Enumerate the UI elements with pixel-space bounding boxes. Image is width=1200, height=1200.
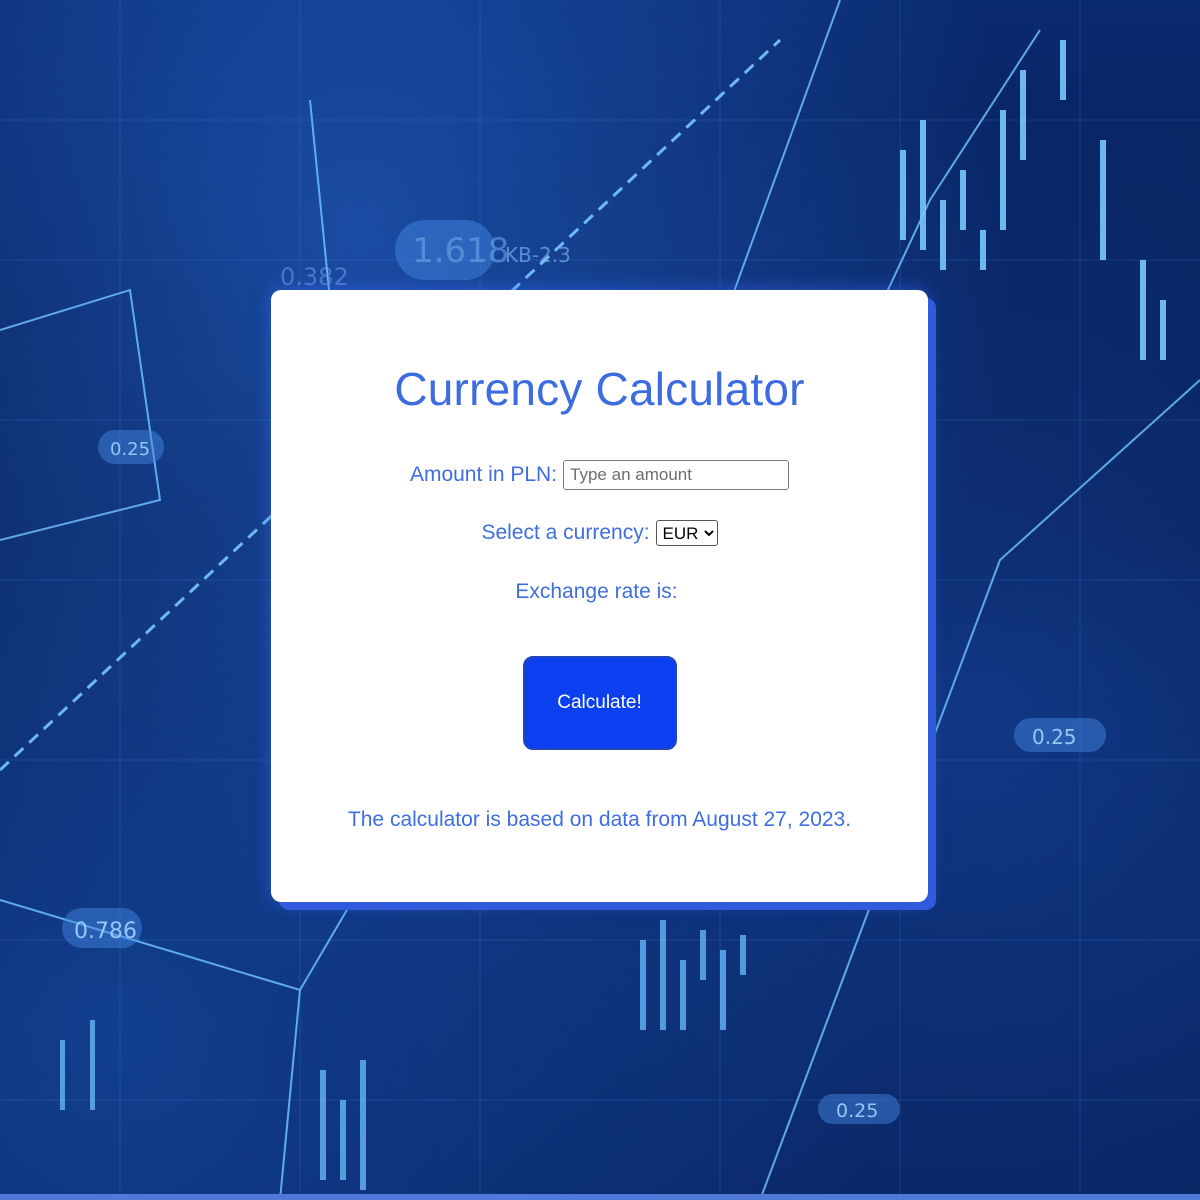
bg-label-6: 0.382 [280, 263, 349, 291]
currency-label: Select a currency: [481, 521, 650, 544]
exchange-rate-row: Exchange rate is: [271, 580, 928, 604]
amount-row: Amount in PLN: [271, 460, 928, 490]
bottom-bar [0, 1194, 1200, 1200]
bg-label-4: 0.25 [836, 1100, 878, 1122]
bg-label-3: 0.25 [1032, 725, 1077, 749]
currency-row: Select a currency: EUR [271, 520, 928, 546]
calculate-button[interactable]: Calculate! [522, 656, 677, 750]
amount-label: Amount in PLN: [409, 463, 558, 486]
exchange-rate-label: Exchange rate is: [515, 580, 678, 603]
currency-select[interactable]: EUR [655, 520, 718, 546]
page-title: Currency Calculator [394, 363, 805, 415]
data-date-note: The calculator is based on data from Aug… [347, 808, 852, 831]
bg-label-5: KB-2.3 [505, 243, 571, 267]
bg-label-1: 0.786 [74, 919, 137, 944]
bg-label-0: 0.25 [110, 439, 150, 460]
currency-calculator-card: Currency Calculator Amount in PLN: Selec… [271, 290, 928, 902]
bg-label-2: 1.618 [412, 231, 509, 271]
amount-input[interactable] [563, 460, 790, 490]
